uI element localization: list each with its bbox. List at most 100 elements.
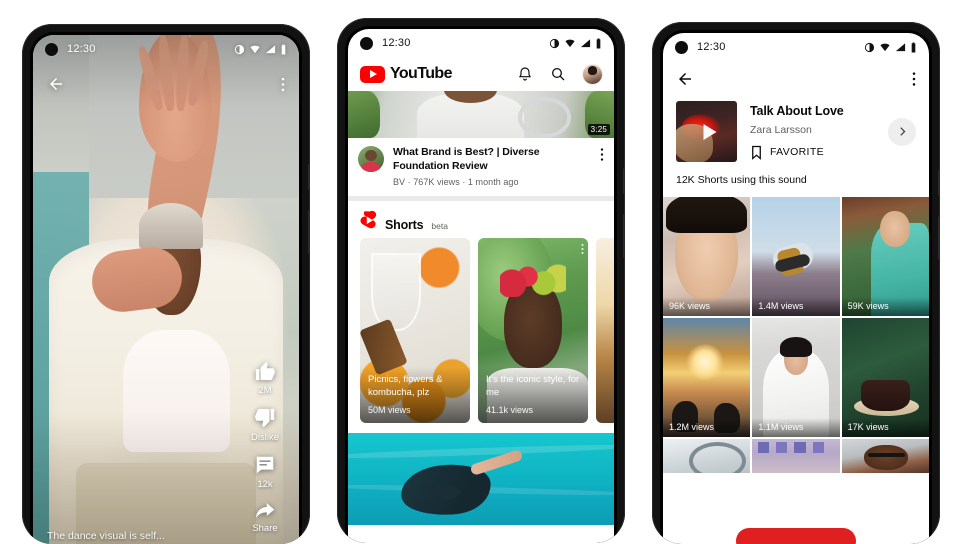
shorts-caption: The dance visual is self... xyxy=(47,530,165,542)
video-duration-badge: 3:25 xyxy=(587,124,610,135)
grid-item[interactable] xyxy=(841,439,929,473)
status-icons xyxy=(234,43,287,55)
window xyxy=(794,441,806,454)
video-thumbnail[interactable]: 3:25 xyxy=(348,91,614,138)
grid-item[interactable]: 59K views xyxy=(841,197,929,316)
shorts-grid: 96K views 1.4M views 59K views 1.2M view… xyxy=(663,197,929,473)
search-icon[interactable] xyxy=(550,66,566,82)
open-sound-button[interactable] xyxy=(888,117,916,146)
next-video-thumbnail[interactable] xyxy=(348,433,614,526)
grid-item[interactable]: 17K views xyxy=(841,318,929,437)
dnd-icon xyxy=(864,42,875,52)
share-button[interactable]: Share xyxy=(252,501,278,534)
dnd-icon xyxy=(549,38,560,48)
grid-item-views: 1.4M views xyxy=(752,297,840,316)
dnd-icon xyxy=(234,44,245,54)
more-vertical-icon xyxy=(581,244,584,255)
cellular-icon xyxy=(895,42,906,51)
shorts-card-views: 50M views xyxy=(368,405,411,416)
youtube-play-icon xyxy=(360,65,385,83)
hair xyxy=(666,197,747,233)
thumb-up-icon xyxy=(255,361,276,381)
like-count: 2M xyxy=(258,385,272,396)
bell-icon[interactable] xyxy=(517,66,533,82)
sound-cover-art[interactable] xyxy=(676,101,737,162)
favorite-button[interactable]: FAVORITE xyxy=(750,145,875,160)
volume-button[interactable] xyxy=(623,214,625,258)
phone-sound-detail: 12:30 Talk About Love Zara Larsson FAVOR… xyxy=(652,22,940,544)
sunglasses xyxy=(867,452,905,457)
shorts-card-peek[interactable] xyxy=(596,238,614,424)
power-button[interactable] xyxy=(938,170,940,196)
battery-icon xyxy=(281,43,286,55)
power-button[interactable] xyxy=(623,168,625,194)
chevron-right-icon xyxy=(899,127,905,136)
youtube-logo[interactable]: YouTube xyxy=(360,65,452,83)
grid-item[interactable]: 1.1M views xyxy=(752,318,840,437)
sound-info: Talk About Love Zara Larsson FAVORITE xyxy=(750,104,875,160)
comment-icon xyxy=(256,456,274,474)
shorts-card-title: It's the iconic style, for me xyxy=(486,374,580,398)
status-time: 12:30 xyxy=(382,37,411,49)
phone-shorts-player: 12:30 2M Dislike 12k Share The dance vis… xyxy=(22,24,310,544)
back-arrow-icon[interactable] xyxy=(47,75,65,93)
grid-item[interactable] xyxy=(663,439,751,473)
camera-punch-hole xyxy=(360,36,373,50)
video-text-block: What Brand is Best? | Diverse Foundation… xyxy=(393,146,591,187)
thumb-down-icon xyxy=(254,408,275,428)
phone3-bezel: 12:30 Talk About Love Zara Larsson FAVOR… xyxy=(660,30,932,544)
comments-button[interactable]: 12k xyxy=(254,454,276,490)
shorts-card-overlay: It's the iconic style, for me 41.1k view… xyxy=(478,367,588,424)
favorite-label: FAVORITE xyxy=(770,146,824,158)
thumbnail-mirror xyxy=(518,96,572,138)
window xyxy=(775,441,788,454)
subject-hair xyxy=(139,202,204,249)
shorts-using-sound-count: 12K Shorts using this sound xyxy=(663,174,929,197)
head xyxy=(880,211,910,247)
shorts-card[interactable]: It's the iconic style, for me 41.1k view… xyxy=(478,238,588,424)
share-icon xyxy=(255,503,275,518)
phone1-screen: 12:30 2M Dislike 12k Share The dance vis… xyxy=(33,35,299,544)
camera-punch-hole xyxy=(45,42,58,56)
cellular-icon xyxy=(580,38,591,47)
grid-item[interactable]: 1.4M views xyxy=(752,197,840,316)
video-overflow-button[interactable] xyxy=(600,146,604,187)
volume-button[interactable] xyxy=(308,210,310,254)
back-arrow-icon[interactable] xyxy=(676,70,694,88)
account-avatar[interactable] xyxy=(583,64,602,84)
flower-crown xyxy=(500,264,566,298)
foliage-left xyxy=(348,91,380,138)
sound-page-app-bar xyxy=(663,61,929,97)
video-metadata-row[interactable]: What Brand is Best? | Diverse Foundation… xyxy=(348,138,614,197)
grid-item[interactable]: 1.2M views xyxy=(663,318,751,437)
phone3-screen: 12:30 Talk About Love Zara Larsson FAVOR… xyxy=(663,33,929,544)
shorts-card-overflow-button[interactable] xyxy=(581,242,584,260)
youtube-app-bar: YouTube xyxy=(348,57,614,91)
grid-item-views: 17K views xyxy=(841,418,929,437)
more-vertical-icon[interactable] xyxy=(281,76,285,93)
create-shorts-fab[interactable] xyxy=(736,528,856,544)
channel-avatar[interactable] xyxy=(358,146,384,172)
more-vertical-icon[interactable] xyxy=(912,71,916,87)
sound-artist: Zara Larsson xyxy=(750,123,812,136)
status-time: 12:30 xyxy=(697,41,726,53)
power-button[interactable] xyxy=(308,164,310,190)
share-label: Share xyxy=(252,523,278,534)
window xyxy=(812,441,824,454)
grid-item-views: 59K views xyxy=(841,297,929,316)
volume-button[interactable] xyxy=(938,216,940,260)
shorts-card[interactable]: Picnics, flowers & kombucha, plz 50M vie… xyxy=(360,238,470,424)
battery-icon xyxy=(596,37,601,49)
shorts-card-title: Picnics, flowers & kombucha, plz xyxy=(368,374,443,398)
grid-item[interactable]: 96K views xyxy=(663,197,751,316)
phone1-bezel: 12:30 2M Dislike 12k Share The dance vis… xyxy=(30,32,302,544)
wifi-icon xyxy=(565,39,575,47)
shorts-carousel[interactable]: Picnics, flowers & kombucha, plz 50M vie… xyxy=(348,238,614,434)
status-time: 12:30 xyxy=(67,43,96,55)
like-button[interactable]: 2M xyxy=(254,360,276,396)
sound-title: Talk About Love xyxy=(750,103,844,118)
wifi-icon xyxy=(880,43,890,51)
camera-punch-hole xyxy=(675,40,688,54)
grid-item[interactable] xyxy=(752,439,840,473)
dislike-button[interactable]: Dislike xyxy=(251,407,279,443)
